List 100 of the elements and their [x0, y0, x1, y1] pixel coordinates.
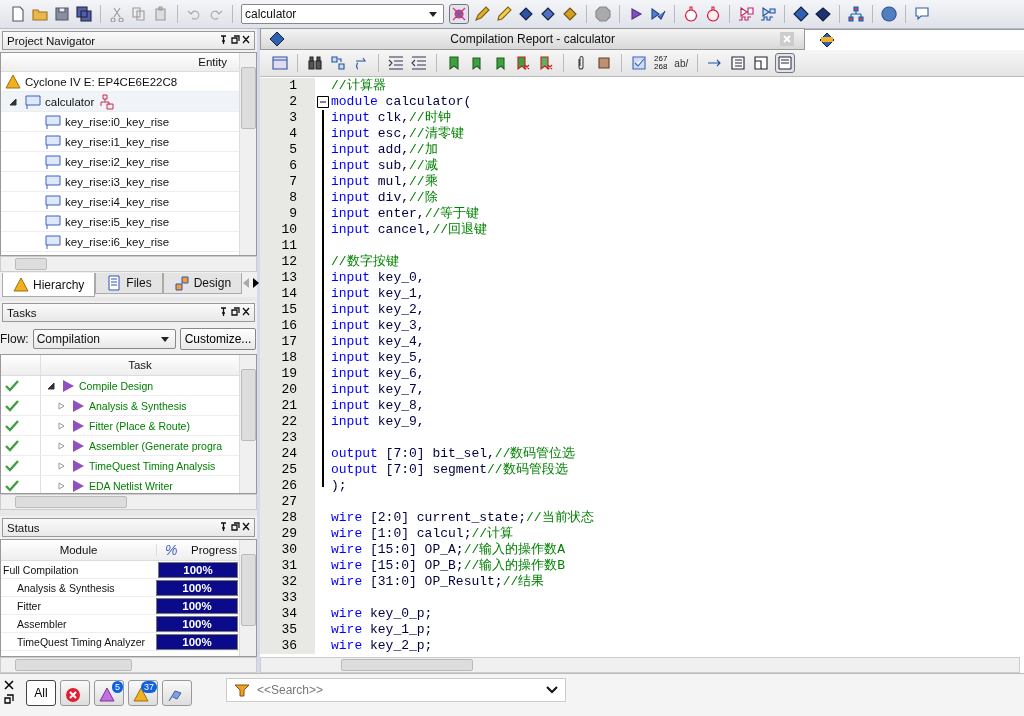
- project-dropdown[interactable]: calculator: [241, 4, 444, 24]
- warning-filter-button[interactable]: 37: [128, 680, 158, 706]
- tree-row[interactable]: key_rise:i5_key_rise: [1, 212, 239, 232]
- vertical-scrollbar[interactable]: [239, 53, 256, 255]
- expand-arrow-icon[interactable]: [9, 97, 17, 106]
- horizontal-scrollbar[interactable]: [0, 494, 257, 510]
- panel-controls-icon[interactable]: [220, 521, 250, 532]
- play-icon[interactable]: [70, 437, 86, 454]
- panel-icon[interactable]: [776, 54, 795, 72]
- stopwatch-icon[interactable]: [683, 6, 699, 22]
- collapse-icon[interactable]: [317, 96, 329, 108]
- code-line: output [7:0] bit_sel,//数码管位选: [331, 446, 576, 462]
- folder-icon[interactable]: [32, 6, 48, 22]
- line-number: 16: [260, 318, 315, 334]
- code-line: //计算器: [331, 78, 386, 94]
- checklist-icon[interactable]: [631, 55, 647, 71]
- task-row[interactable]: Fitter (Place & Route): [1, 416, 239, 436]
- replace-icon[interactable]: [330, 55, 346, 71]
- new-file-icon[interactable]: [10, 6, 26, 22]
- code-line: input key_4,: [331, 334, 425, 350]
- tree-row[interactable]: key_rise:i2_key_rise: [1, 152, 239, 172]
- flow-dropdown[interactable]: Compilation: [32, 329, 176, 349]
- diamond-icon[interactable]: [815, 6, 831, 22]
- scroll-icon[interactable]: [596, 55, 612, 71]
- filter-all-button[interactable]: All: [26, 680, 56, 706]
- vertical-scrollbar[interactable]: [239, 540, 256, 656]
- customize-button[interactable]: Customize...: [179, 328, 257, 350]
- line-number: 28: [260, 510, 315, 526]
- chat-bubble-icon[interactable]: [914, 6, 930, 22]
- waveform-icon[interactable]: [760, 6, 776, 22]
- panel-controls-icon[interactable]: [220, 306, 250, 317]
- outdent-icon[interactable]: [411, 55, 427, 71]
- panel-tab[interactable]: Design: [162, 273, 243, 294]
- panel-tab[interactable]: Files: [95, 273, 163, 294]
- stopwatch-icon[interactable]: [705, 6, 721, 22]
- task-row[interactable]: Assembler (Generate progra: [1, 436, 239, 456]
- indent-icon[interactable]: [388, 55, 404, 71]
- panel-controls-icon[interactable]: [220, 34, 250, 45]
- document-tab[interactable]: Compilation Report - calculator: [260, 28, 806, 50]
- flag-filter-button[interactable]: [162, 680, 192, 706]
- save-all-icon[interactable]: [76, 6, 92, 22]
- line-number: 19: [260, 366, 315, 382]
- play-check-icon[interactable]: [650, 6, 666, 22]
- code-line: wire key_2_p;: [331, 638, 433, 654]
- tree-row[interactable]: key_rise:i1_key_rise: [1, 132, 239, 152]
- tree-row[interactable]: calculator: [1, 92, 239, 112]
- pencil-icon[interactable]: [496, 6, 512, 22]
- line-number: 9: [260, 206, 315, 222]
- diamond-icon[interactable]: [793, 6, 809, 22]
- vertical-scrollbar[interactable]: [239, 355, 256, 493]
- pencil-icon[interactable]: [474, 6, 490, 22]
- flow-label: Flow:: [0, 332, 29, 346]
- tree-row[interactable]: key_rise:i0_key_rise: [1, 112, 239, 132]
- task-row[interactable]: Analysis & Synthesis: [1, 396, 239, 416]
- search-field[interactable]: <<Search>>: [226, 678, 566, 702]
- bookmark-icon[interactable]: [446, 55, 462, 71]
- document-tab[interactable]: [805, 29, 1024, 50]
- horizontal-scrollbar[interactable]: [0, 256, 257, 272]
- tree-row[interactable]: key_rise:i4_key_rise: [1, 192, 239, 212]
- expand-arrow-icon[interactable]: [47, 381, 55, 390]
- critical-warning-filter-button[interactable]: 5: [94, 680, 124, 706]
- waveform-icon[interactable]: [738, 6, 754, 22]
- text-button[interactable]: ab/: [674, 57, 689, 69]
- help-icon[interactable]: [881, 6, 897, 22]
- line-number: 32: [260, 574, 315, 590]
- bookmark-delete-icon[interactable]: [515, 55, 531, 71]
- stop-icon[interactable]: [595, 6, 611, 22]
- panel-tab[interactable]: Hierarchy: [2, 273, 96, 297]
- bookmark-delete-icon[interactable]: [538, 55, 554, 71]
- tree-row[interactable]: key_rise:i6_key_rise: [1, 232, 239, 252]
- network-icon[interactable]: [848, 6, 864, 22]
- count-badge: 37: [141, 681, 157, 693]
- error-filter-button[interactable]: [60, 680, 90, 706]
- horizontal-scrollbar[interactable]: [0, 657, 257, 673]
- play-icon[interactable]: [60, 377, 76, 394]
- code-line: input key_6,: [331, 366, 425, 382]
- code-line: input key_0,: [331, 270, 425, 286]
- chevron-down-icon[interactable]: [546, 686, 558, 694]
- panel-icon[interactable]: [730, 55, 747, 71]
- braces-arrow-icon[interactable]: [353, 55, 369, 71]
- task-row[interactable]: Compile Design: [1, 376, 239, 396]
- horizontal-scrollbar[interactable]: [260, 657, 1020, 673]
- line-number: 26: [260, 478, 315, 494]
- line-number-button[interactable]: 267 268: [654, 55, 668, 71]
- line-number: 30: [260, 542, 315, 558]
- module-name: Fitter: [16, 599, 42, 612]
- task-label: Compile Design: [79, 379, 154, 392]
- play-icon[interactable]: [70, 457, 86, 474]
- save-icon[interactable]: [54, 6, 70, 22]
- restore-icon[interactable]: [4, 694, 14, 704]
- panel-icon[interactable]: [753, 55, 770, 71]
- window-icon[interactable]: [272, 55, 288, 71]
- column-header: %: [164, 542, 179, 558]
- play-icon[interactable]: [628, 6, 644, 22]
- task-row[interactable]: TimeQuest Timing Analysis: [1, 456, 239, 476]
- play-icon[interactable]: [70, 397, 86, 414]
- close-icon[interactable]: [4, 680, 14, 690]
- tree-row[interactable]: key_rise:i3_key_rise: [1, 172, 239, 192]
- binoculars-icon[interactable]: [307, 55, 323, 71]
- play-icon[interactable]: [70, 417, 86, 434]
